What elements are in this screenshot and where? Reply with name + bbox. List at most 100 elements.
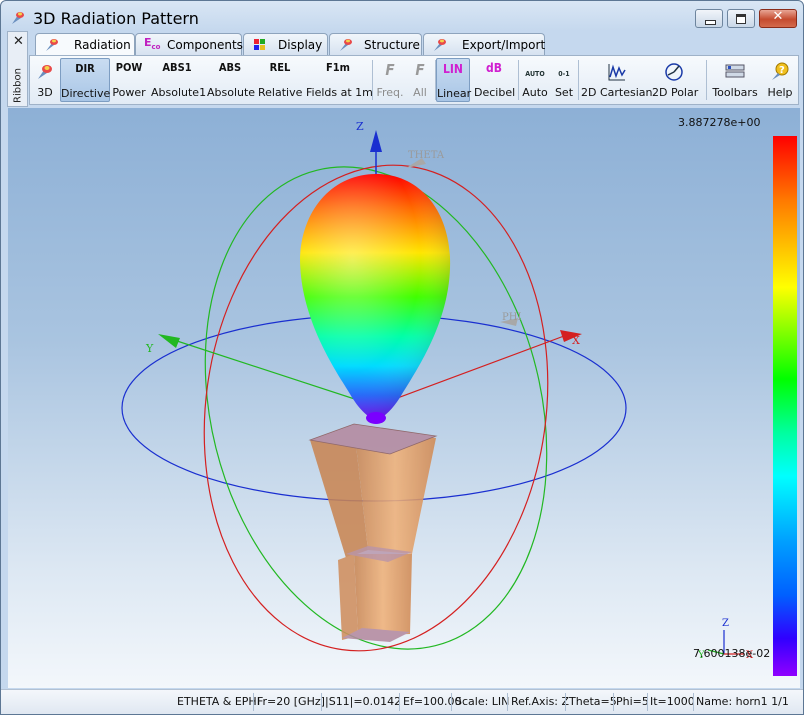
ribbon-label: Ribbon — [12, 68, 24, 103]
toolbar-separator — [706, 60, 707, 100]
toolbars-icon — [725, 64, 745, 78]
y-axis-arrow-icon — [158, 334, 180, 348]
3d-viewport[interactable]: Z Y X THETA PHI Z X Y 3.887278e+00 7.600… — [8, 108, 800, 688]
status-s11: |S11|=0.0142 — [325, 695, 402, 708]
status-field-type: ETHETA & EPHI — [177, 695, 260, 708]
tab-components[interactable]: Eco Components — [135, 33, 243, 55]
help-icon: ? — [772, 62, 789, 80]
directive-button[interactable]: DIR Directive — [60, 58, 110, 102]
theta-label: THETA — [408, 150, 445, 161]
close-button[interactable]: ✕ — [759, 9, 797, 28]
colorbar-max-value: 3.887278e+00 — [678, 116, 761, 129]
status-divider — [565, 693, 566, 711]
absolute-button[interactable]: ABS Absolute — [207, 58, 255, 102]
status-divider — [613, 693, 614, 711]
button-label: Relative — [258, 86, 303, 99]
status-divider — [451, 693, 452, 711]
radiation-tab-icon — [46, 39, 58, 51]
button-label: Linear — [437, 87, 472, 100]
status-theta: Theta=5 — [569, 695, 617, 708]
display-tab-icon — [254, 39, 265, 50]
ribbon-side-panel: ✕ Ribbon — [7, 31, 28, 107]
tab-export-import[interactable]: Export/Import — [423, 33, 545, 55]
button-label: Toolbars — [712, 86, 758, 99]
minimize-button[interactable] — [695, 9, 723, 28]
radiation-pattern-scene: Z Y X THETA PHI Z X Y — [121, 120, 754, 661]
button-label: Help — [767, 86, 793, 99]
all-button[interactable]: F All — [407, 58, 433, 102]
button-label: All — [413, 86, 427, 99]
3d-view-icon — [38, 65, 52, 79]
3d-button[interactable]: 3D — [32, 58, 58, 102]
freq-button[interactable]: F Freq. — [375, 58, 405, 102]
ribbon-close-icon[interactable]: ✕ — [13, 34, 24, 49]
status-bar: ETHETA & EPHI Fr=20 [GHz] |S11|=0.0142 E… — [1, 689, 803, 714]
colorbar-legend — [773, 136, 797, 676]
phi-label: PHI — [502, 312, 521, 323]
pow-icon: POW — [115, 61, 143, 74]
export-import-icon — [434, 39, 446, 51]
button-label: 2D Cartesian — [581, 86, 653, 99]
structure-tab-icon — [340, 39, 352, 51]
button-label: Fields at 1m — [306, 86, 373, 99]
tab-display[interactable]: Display — [243, 33, 328, 55]
status-name: Name: horn1 1/1 — [696, 695, 789, 708]
status-divider — [507, 693, 508, 711]
abs1-icon: ABS1 — [162, 61, 192, 74]
status-divider — [253, 693, 254, 711]
colorbar-min-value: 7.600138e-02 — [693, 647, 771, 660]
auto-button[interactable]: AUTO Auto — [520, 58, 550, 102]
polar-chart-icon — [665, 63, 683, 81]
button-label: Freq. — [376, 86, 404, 99]
tab-radiation[interactable]: Radiation — [35, 33, 135, 56]
absolute1-button[interactable]: ABS1 Absolute1 — [151, 58, 207, 102]
y-axis-label: Y — [145, 342, 154, 355]
status-ef: Ef=100.00 — [403, 695, 462, 708]
relative-button[interactable]: REL Relative — [258, 58, 302, 102]
button-label: Directive — [61, 87, 111, 100]
status-ref-axis: Ref.Axis: Z — [511, 695, 570, 708]
status-iterations: It=1000 — [650, 695, 695, 708]
svg-text:?: ? — [779, 65, 785, 76]
status-scale: Scale: LIN — [455, 695, 510, 708]
power-button[interactable]: POW Power — [112, 58, 146, 102]
toolbars-button[interactable]: Toolbars — [710, 58, 760, 102]
toolbar-separator — [518, 60, 519, 100]
lin-icon: LIN — [443, 62, 463, 76]
status-divider — [321, 693, 322, 711]
button-label: Auto — [522, 86, 548, 99]
button-label: 3D — [37, 86, 53, 99]
tab-label: Display — [278, 38, 323, 52]
decibel-button[interactable]: dB Decibel — [474, 58, 516, 102]
button-label: Absolute1 — [151, 86, 207, 99]
rel-icon: REL — [269, 61, 291, 74]
f1m-icon: F1m — [326, 61, 350, 74]
lobe-shading — [300, 174, 451, 420]
maximize-button[interactable] — [727, 9, 755, 28]
horn-antenna — [308, 423, 438, 642]
app-window: 3D Radiation Pattern ✕ ✕ Ribbon Radiatio… — [0, 0, 804, 715]
horn-waveguide-front — [354, 554, 412, 636]
tab-label: Components — [167, 38, 243, 52]
eco-components-icon: Eco — [144, 36, 161, 52]
mini-z-label: Z — [722, 618, 729, 629]
close-icon: ✕ — [772, 9, 784, 24]
radiation-app-icon — [12, 12, 24, 24]
status-frequency: Fr=20 [GHz] — [257, 695, 325, 708]
set-button[interactable]: 0-1 Set — [552, 58, 576, 102]
status-divider — [647, 693, 648, 711]
tab-structure[interactable]: Structure — [329, 33, 422, 55]
2d-cartesian-button[interactable]: 2D Cartesian — [581, 58, 653, 102]
button-label: Decibel — [474, 86, 516, 99]
x-axis-label: X — [572, 334, 580, 347]
help-button[interactable]: ? Help — [764, 58, 796, 102]
z-axis-arrow-icon — [370, 130, 382, 152]
lobe-base — [366, 412, 386, 424]
db-icon: dB — [486, 61, 502, 75]
freq-icon: F — [385, 61, 395, 79]
tab-label: Radiation — [74, 38, 131, 52]
2d-polar-button[interactable]: 2D Polar — [652, 58, 698, 102]
linear-button[interactable]: LIN Linear — [436, 58, 472, 102]
cartesian-chart-icon — [608, 64, 626, 81]
fields-at-1m-button[interactable]: F1m Fields at 1m — [306, 58, 373, 102]
